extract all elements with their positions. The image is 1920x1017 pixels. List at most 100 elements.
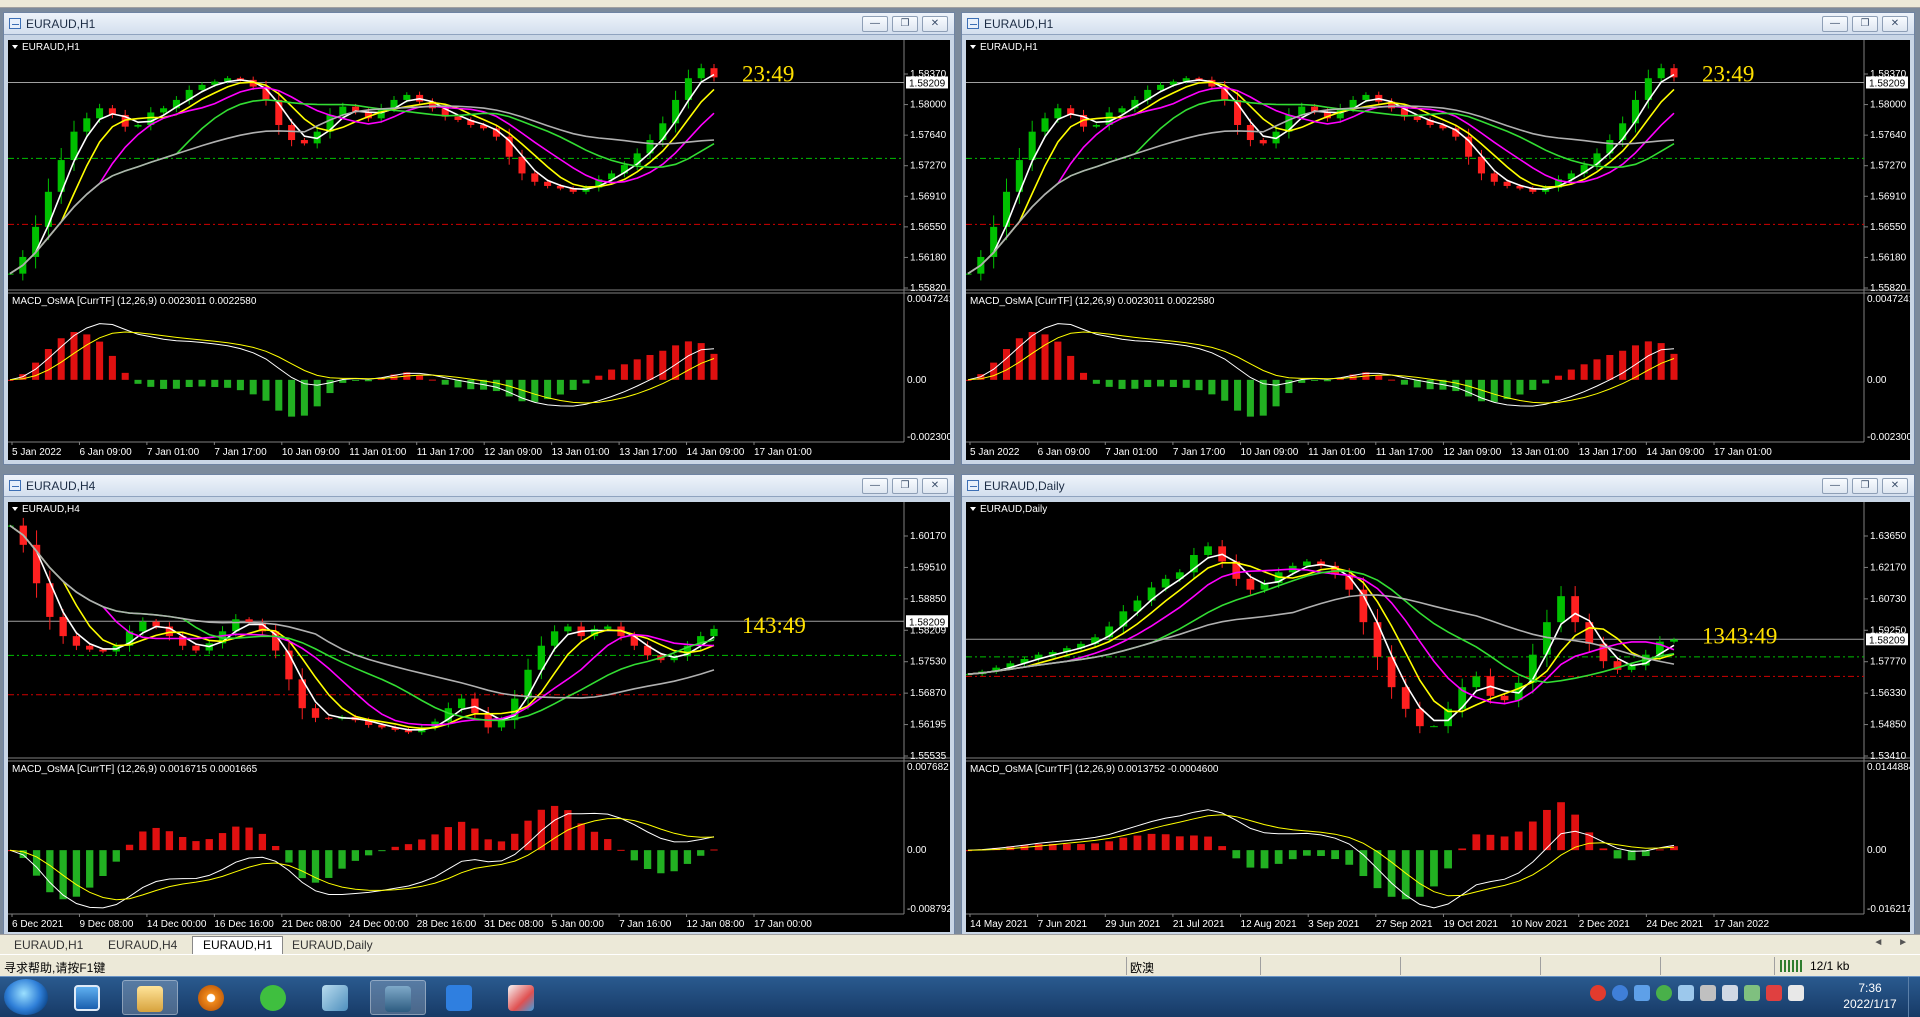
- close-button[interactable]: ✕: [1882, 478, 1908, 494]
- macd-histogram-bar: [1430, 850, 1438, 887]
- time-tick-label: 31 Dec 08:00: [484, 919, 544, 930]
- macd-histogram-bar: [275, 379, 283, 411]
- macd-histogram-bar: [1161, 834, 1170, 851]
- taskbar-explorer-button[interactable]: [122, 980, 178, 1015]
- taskbar-desktop-button[interactable]: [60, 980, 116, 1015]
- window-titlebar[interactable]: EURAUD,H1 — ❐ ✕: [962, 13, 1914, 35]
- taskbar-browser-button[interactable]: [184, 980, 240, 1015]
- show-desktop-button[interactable]: [1908, 977, 1920, 1017]
- macd-histogram-bar: [1002, 349, 1011, 380]
- restore-button[interactable]: ❐: [892, 478, 918, 494]
- tab-scroll-arrows[interactable]: ◄ ►: [1873, 937, 1914, 948]
- chart-window[interactable]: EURAUD,H4 — ❐ ✕ EURAUD,H4 143:49 1.60170 1.5951…: [3, 474, 955, 937]
- chart-tabs-bar: EURAUD,H1 EURAUD,H4 EURAUD,H1 EURAUD,Daily …: [0, 934, 1920, 955]
- cloud-icon[interactable]: [1656, 985, 1672, 1001]
- close-button[interactable]: ✕: [922, 478, 948, 494]
- macd-histogram-bar: [620, 364, 628, 380]
- minimize-button[interactable]: —: [862, 478, 888, 494]
- time-tick-label: 13 Jan 17:00: [619, 447, 677, 458]
- window-titlebar[interactable]: EURAUD,Daily — ❐ ✕: [962, 475, 1914, 497]
- close-button[interactable]: ✕: [1882, 16, 1908, 32]
- minimize-button[interactable]: —: [1822, 16, 1848, 32]
- price-tick-label: 1.56910: [910, 191, 947, 202]
- macd-histogram-bar: [121, 372, 129, 380]
- chart-tab[interactable]: EURAUD,H4: [98, 937, 187, 954]
- minimize-button[interactable]: —: [862, 16, 888, 32]
- chart-window[interactable]: EURAUD,Daily — ❐ ✕ EURAUD,Daily 1343:49 1.6365…: [961, 474, 1915, 937]
- help-icon[interactable]: [1612, 985, 1628, 1001]
- macd-histogram-bar: [86, 850, 94, 888]
- chart-area[interactable]: EURAUD,H1 23:49 1.58370 1.58000 1.57640 1.572…: [8, 40, 950, 460]
- macd-histogram-bar: [262, 379, 270, 401]
- taskbar-metatrader-button[interactable]: [370, 980, 426, 1015]
- time-tick-label: 17 Jan 00:00: [754, 919, 812, 930]
- restore-button[interactable]: ❐: [892, 16, 918, 32]
- folder-icon: [137, 986, 163, 1012]
- signal-icon[interactable]: [1788, 985, 1804, 1001]
- candle-body: [710, 628, 718, 637]
- macd-histogram-bar: [604, 839, 612, 851]
- macd-histogram-bar: [44, 349, 52, 380]
- chart-area[interactable]: EURAUD,H4 143:49 1.60170 1.59510 1.58850 1.58…: [8, 502, 950, 932]
- macd-histogram-bar: [313, 379, 321, 407]
- flag-icon[interactable]: [1766, 985, 1782, 1001]
- volume-icon[interactable]: [1722, 985, 1738, 1001]
- chart-tab[interactable]: EURAUD,H1: [192, 936, 284, 955]
- time-tick-label: 17 Jan 01:00: [754, 447, 812, 458]
- taskbar-wechat-button[interactable]: [246, 980, 302, 1015]
- restore-button[interactable]: ❐: [1852, 16, 1878, 32]
- chart-area[interactable]: EURAUD,Daily 1343:49 1.63650 1.62170 1.60730…: [966, 502, 1910, 932]
- status-bar: 寻求帮助,请按F1键 欧澳 12/1 kb: [0, 954, 1920, 976]
- window-title: EURAUD,H1: [26, 17, 96, 31]
- macd-histogram-bar: [218, 833, 227, 851]
- chart-tab[interactable]: EURAUD,H1: [4, 937, 93, 954]
- price-tick-label: 1.57530: [910, 657, 947, 668]
- candle-body: [1557, 596, 1565, 623]
- taskbar-clock[interactable]: 7:36 2022/1/17: [1835, 980, 1905, 1012]
- macd-histogram-bar: [569, 379, 577, 390]
- security-shield-icon[interactable]: [1634, 985, 1650, 1001]
- macd-histogram-bar: [1554, 375, 1563, 380]
- chart-window[interactable]: EURAUD,H1— ❐ ✕ EURAUD,H1 23:49 1.58370 1.58000…: [961, 12, 1915, 465]
- triangle-down-icon: [12, 45, 18, 49]
- taskbar-paint-button[interactable]: [494, 980, 550, 1015]
- macd-tick-label: -0.002300: [1867, 432, 1910, 443]
- macd-indicator-label: MACD_OsMA [CurrTF] (12,26,9) 0.0016715 0…: [12, 764, 258, 775]
- chart-area[interactable]: EURAUD,H1 23:49 1.58370 1.58000 1.57640 1.572…: [966, 40, 1910, 460]
- input-method-icon[interactable]: [1590, 985, 1606, 1001]
- close-button[interactable]: ✕: [922, 16, 948, 32]
- macd-histogram-bar: [83, 334, 91, 380]
- macd-histogram-bar: [1670, 353, 1678, 380]
- candle-body: [134, 124, 142, 127]
- network-icon[interactable]: [1678, 985, 1694, 1001]
- windows-start-icon[interactable]: [4, 979, 48, 1015]
- taskbar-notes-button[interactable]: [308, 980, 364, 1015]
- time-tick-label: 5 Jan 2022: [12, 447, 62, 458]
- candle-body: [160, 108, 168, 113]
- candle-body: [646, 140, 654, 154]
- restore-button[interactable]: ❐: [1852, 478, 1878, 494]
- macd-histogram-bar: [232, 826, 240, 851]
- macd-histogram-bar: [1426, 379, 1434, 390]
- macd-histogram-bar: [391, 846, 399, 851]
- candle-body: [86, 645, 94, 650]
- macd-histogram-bar: [1580, 364, 1588, 380]
- taskbar-pen-button[interactable]: [432, 980, 488, 1015]
- time-tick-label: 14 Jan 09:00: [1646, 447, 1704, 458]
- macd-histogram-bar: [72, 850, 81, 897]
- chart-tab[interactable]: EURAUD,Daily: [282, 937, 383, 954]
- app-tray-icon[interactable]: [1700, 985, 1716, 1001]
- macd-histogram-bar: [1375, 375, 1383, 380]
- macd-histogram-bar: [710, 849, 718, 851]
- macd-histogram-bar: [1543, 809, 1551, 851]
- macd-histogram-bar: [1599, 848, 1608, 851]
- macd-histogram-bar: [1644, 341, 1652, 380]
- chart-window[interactable]: EURAUD,H1 — ❐ ✕ EURAUD,H1 23:49 1.58370 1.58000…: [3, 12, 955, 465]
- window-titlebar[interactable]: EURAUD,H1 — ❐ ✕: [4, 13, 954, 35]
- candle-body: [1415, 708, 1424, 727]
- window-titlebar[interactable]: EURAUD,H4 — ❐ ✕: [4, 475, 954, 497]
- minimize-button[interactable]: —: [1822, 478, 1848, 494]
- time-tick-label: 21 Jul 2021: [1173, 919, 1225, 930]
- battery-icon[interactable]: [1744, 985, 1760, 1001]
- macd-histogram-bar: [1234, 379, 1242, 411]
